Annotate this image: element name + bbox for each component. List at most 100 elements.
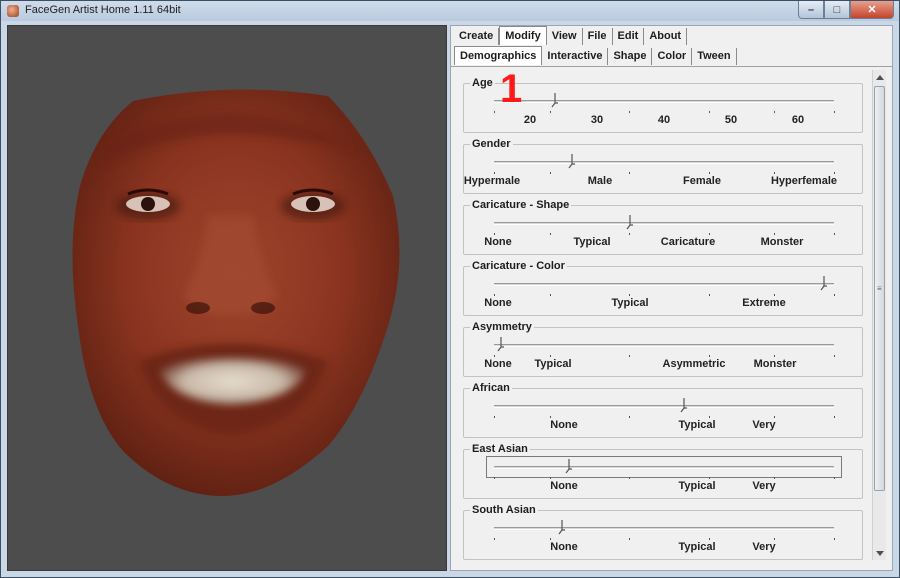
age-scale-label: 20 — [523, 114, 537, 126]
window-controls: – □ ✕ — [798, 1, 894, 19]
slider-tick — [550, 233, 551, 235]
slider-tick — [834, 416, 835, 418]
gender-scale-label: Hypermale — [463, 175, 521, 187]
slider-tick — [709, 172, 710, 174]
title-bar: FaceGen Artist Home 1.11 64bit – □ ✕ — [1, 1, 899, 21]
slider-tick — [834, 355, 835, 357]
slider-tick — [494, 111, 495, 113]
grip-icon: ≡ — [877, 284, 882, 293]
asymmetry-scale-label: None — [484, 358, 512, 370]
gender-scale-label: Male — [587, 175, 613, 187]
tab-edit[interactable]: Edit — [613, 28, 645, 45]
group-caricature-color: Caricature - Color None Typical Extreme — [463, 260, 863, 316]
annotation-marker: 1 — [500, 67, 523, 111]
slider-tick — [629, 416, 630, 418]
slider-tick — [494, 172, 495, 174]
caricature-color-slider-track[interactable] — [494, 283, 834, 286]
caricature-color-scale-label: None — [484, 297, 512, 309]
main-tabs: Create Modify View File Edit About — [454, 26, 688, 46]
slider-tick — [494, 294, 495, 296]
slider-tick — [494, 233, 495, 235]
subtab-tween[interactable]: Tween — [692, 48, 737, 65]
scroll-down-icon[interactable] — [876, 551, 884, 556]
caricature-shape-scale-label: Monster — [760, 236, 804, 248]
tab-file[interactable]: File — [583, 28, 613, 45]
asymmetry-slider-track[interactable] — [494, 344, 834, 347]
caricature-shape-slider-thumb[interactable] — [626, 214, 635, 230]
caricature-color-slider-thumb[interactable] — [820, 275, 829, 291]
south-asian-slider-track[interactable] — [494, 527, 834, 530]
asymmetry-scale-label: Asymmetric — [662, 358, 726, 370]
gender-scale-label: Female — [683, 175, 721, 187]
tab-create[interactable]: Create — [454, 28, 500, 45]
maximize-button[interactable]: □ — [824, 1, 850, 19]
slider-tick — [774, 172, 775, 174]
slider-tick — [629, 172, 630, 174]
slider-tick — [774, 477, 775, 479]
slider-tick — [550, 416, 551, 418]
scrollbar-thumb[interactable]: ≡ — [874, 86, 885, 491]
subtab-color[interactable]: Color — [652, 48, 693, 65]
window-title: FaceGen Artist Home 1.11 64bit — [25, 4, 181, 16]
age-slider-track[interactable] — [494, 100, 834, 103]
group-asymmetry: Asymmetry None Typical Asymmetric Monster — [463, 321, 863, 377]
slider-tick — [709, 538, 710, 540]
caricature-shape-scale-label: Typical — [573, 236, 611, 248]
tab-modify[interactable]: Modify — [499, 26, 547, 45]
slider-tick — [629, 538, 630, 540]
slider-tick — [494, 416, 495, 418]
south-asian-slider-thumb[interactable] — [558, 519, 567, 535]
group-east-asian: East Asian None Typical Very — [463, 443, 863, 499]
age-slider-thumb[interactable] — [551, 92, 560, 108]
caricature-shape-scale-label: None — [484, 236, 512, 248]
east-asian-scale-label: Typical — [678, 480, 716, 492]
3d-face-viewport[interactable] — [7, 25, 447, 571]
south-asian-scale-label: Very — [752, 541, 776, 553]
group-title: Age — [470, 77, 495, 90]
caricature-color-scale-label: Typical — [611, 297, 649, 309]
african-scale-label: Typical — [678, 419, 716, 431]
scroll-up-icon[interactable] — [876, 75, 884, 80]
gender-slider-track[interactable] — [494, 161, 834, 164]
vertical-scrollbar[interactable]: ≡ — [872, 70, 886, 560]
tab-about[interactable]: About — [644, 28, 688, 45]
group-gender: Gender Hypermale Male Female Hyperfemale — [463, 138, 863, 194]
slider-tick — [629, 233, 630, 235]
south-asian-scale-label: Typical — [678, 541, 716, 553]
app-icon — [7, 5, 19, 17]
slider-tick — [709, 233, 710, 235]
slider-tick — [774, 355, 775, 357]
gender-slider-thumb[interactable] — [568, 153, 577, 169]
asymmetry-slider-thumb[interactable] — [497, 336, 506, 352]
african-slider-track[interactable] — [494, 405, 834, 408]
group-title: Caricature - Color — [470, 260, 567, 273]
east-asian-slider-track[interactable] — [494, 466, 834, 469]
african-slider-thumb[interactable] — [680, 397, 689, 413]
slider-tick — [550, 355, 551, 357]
group-title: Gender — [470, 138, 513, 151]
east-asian-slider-thumb[interactable] — [565, 458, 574, 474]
face-render-image — [72, 89, 400, 497]
slider-tick — [834, 538, 835, 540]
asymmetry-scale-label: Typical — [534, 358, 572, 370]
group-title: African — [470, 382, 512, 395]
slider-tick — [550, 294, 551, 296]
age-scale-label: 60 — [791, 114, 805, 126]
age-scale-label: 50 — [724, 114, 738, 126]
maximize-icon: □ — [833, 3, 841, 16]
group-caricature-shape: Caricature - Shape None Typical Caricature M… — [463, 199, 863, 255]
subtab-shape[interactable]: Shape — [608, 48, 653, 65]
close-button[interactable]: ✕ — [850, 1, 894, 19]
slider-tick — [774, 416, 775, 418]
app-window: FaceGen Artist Home 1.11 64bit – □ ✕ Cre… — [0, 0, 900, 578]
tab-view[interactable]: View — [547, 28, 583, 45]
caricature-shape-slider-track[interactable] — [494, 222, 834, 225]
subtab-demographics[interactable]: Demographics — [454, 46, 543, 65]
slider-tick — [550, 111, 551, 113]
slider-tick — [629, 355, 630, 357]
subtab-interactive[interactable]: Interactive — [542, 48, 609, 65]
asymmetry-scale-label: Monster — [753, 358, 797, 370]
minimize-button[interactable]: – — [798, 1, 824, 19]
slider-list: Age 20 30 40 50 60 Gender Hypermale Male Female Hy… — [451, 68, 872, 570]
group-title: South Asian — [470, 504, 538, 517]
